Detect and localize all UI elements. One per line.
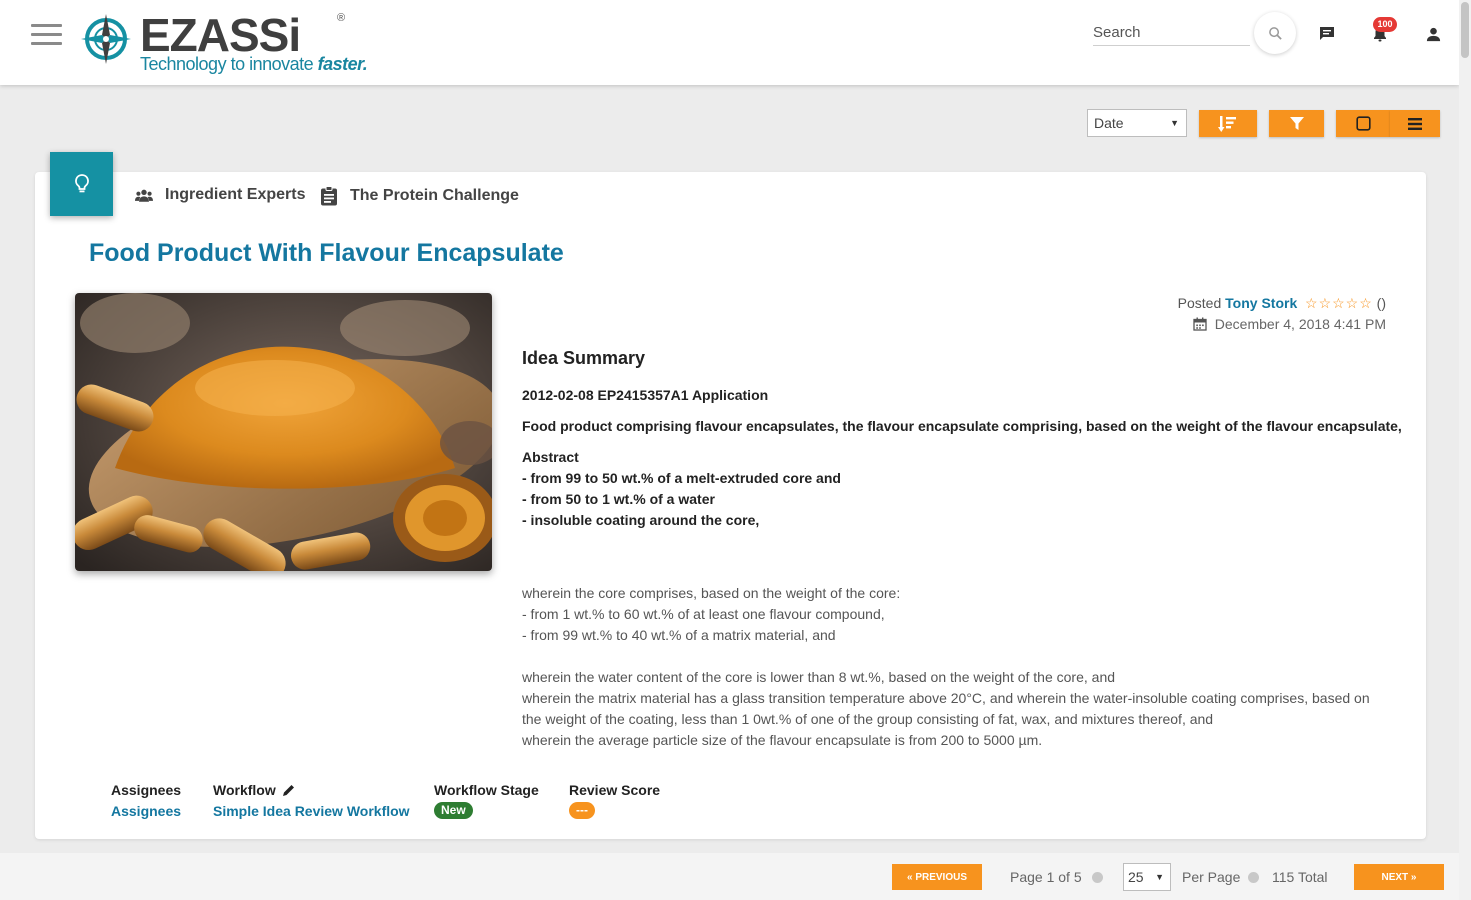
challenge-link[interactable]: The Protein Challenge [320, 186, 519, 206]
filter-button[interactable] [1269, 110, 1324, 137]
users-icon [135, 189, 153, 202]
user-icon [1426, 27, 1440, 41]
workflow-label: Workflow [213, 782, 276, 798]
summary-reference: 2012-02-08 EP2415357A1 Application [522, 387, 769, 403]
page-indicator: Page 1 of 5 [1010, 869, 1082, 885]
card-view-button[interactable] [1336, 110, 1390, 137]
sort-field-select[interactable]: Date ▼ [1087, 109, 1187, 137]
search-input[interactable]: Search [1093, 20, 1250, 46]
abstract-line: - from 50 to 1 wt.% of a water [522, 491, 715, 507]
review-score-badge: --- [569, 802, 595, 819]
abstract-heading: Abstract [522, 449, 579, 465]
posted-label: Posted [1177, 295, 1222, 311]
page-scrollbar[interactable] [1459, 0, 1471, 900]
turmeric-capsules-photo [75, 293, 492, 571]
separator-dot [1248, 872, 1259, 883]
author-link[interactable]: Tony Stork [1225, 295, 1297, 311]
next-page-button[interactable]: NEXT » [1354, 864, 1444, 890]
workflow-block: Workflow Simple Idea Review Workflow [213, 780, 410, 822]
top-header: EZASSi ® Technology to innovate faster. … [0, 0, 1459, 85]
list-view-icon [1408, 117, 1422, 130]
chat-button[interactable] [1317, 24, 1337, 44]
card-view-icon [1355, 116, 1371, 131]
notification-count-badge[interactable]: 100 [1373, 17, 1397, 32]
per-page-select[interactable]: 25 ▼ [1123, 863, 1171, 891]
sort-order-button[interactable] [1199, 110, 1257, 137]
total-count: 115 Total [1272, 869, 1328, 885]
water-line: wherein the matrix material has a glass … [522, 690, 1370, 727]
menu-icon[interactable] [31, 24, 62, 46]
idea-image [75, 293, 492, 571]
logo-tagline-emphasis: faster. [317, 54, 368, 74]
summary-description: Food product comprising flavour encapsul… [522, 418, 1402, 434]
scrollbar-thumb[interactable] [1461, 2, 1469, 58]
challenge-name: The Protein Challenge [350, 187, 519, 204]
chevron-down-icon: ▼ [1170, 118, 1179, 128]
user-menu-button[interactable] [1423, 24, 1443, 44]
logo-registered-mark: ® [337, 12, 346, 24]
posted-date: December 4, 2018 4:41 PM [1193, 316, 1386, 332]
water-line: wherein the average particle size of the… [522, 732, 1043, 748]
idea-title[interactable]: Food Product With Flavour Encapsulate [89, 239, 564, 268]
assignees-link[interactable]: Assignees [111, 800, 181, 822]
summary-heading: Idea Summary [522, 348, 646, 368]
rating-stars[interactable]: ☆☆☆☆☆ [1305, 295, 1373, 311]
chat-icon [1320, 27, 1334, 40]
posted-info: Posted Tony Stork ☆☆☆☆☆ () [1178, 295, 1386, 312]
workflow-stage-label: Workflow Stage [434, 782, 539, 798]
search-icon [1268, 26, 1282, 40]
ezassi-logo[interactable]: EZASSi ® Technology to innovate faster. [80, 10, 370, 76]
search-button[interactable] [1254, 12, 1296, 54]
posted-date-text: December 4, 2018 4:41 PM [1214, 316, 1386, 332]
logo-tagline-text: Technology to innovate [140, 54, 314, 74]
sort-icon [1218, 115, 1236, 132]
chevron-down-icon: ▼ [1155, 872, 1164, 882]
review-score-label: Review Score [569, 782, 661, 798]
pencil-icon[interactable] [282, 784, 295, 797]
logo-tagline: Technology to innovate faster. [140, 53, 368, 75]
core-line: wherein the core comprises, based on the… [522, 585, 901, 601]
lightbulb-icon [74, 174, 89, 193]
group-name: Ingredient Experts [165, 186, 306, 203]
assignees-label: Assignees [111, 782, 182, 798]
separator-dot [1092, 872, 1103, 883]
workflow-link[interactable]: Simple Idea Review Workflow [213, 800, 410, 822]
previous-page-button[interactable]: « PREVIOUS [892, 864, 982, 890]
idea-type-tile [50, 152, 113, 216]
clipboard-icon [321, 186, 337, 206]
sort-field-value: Date [1094, 115, 1124, 131]
review-score-block: Review Score --- [569, 780, 660, 819]
abstract-line: - insoluble coating around the core, [522, 512, 760, 528]
workflow-stage-badge: New [434, 802, 473, 819]
calendar-icon [1193, 317, 1207, 331]
abstract-line: - from 99 to 50 wt.% of a melt-extruded … [522, 470, 841, 486]
water-line: wherein the water content of the core is… [522, 669, 1116, 685]
workflow-stage-block: Workflow Stage New [434, 780, 539, 819]
per-page-label: Per Page [1182, 869, 1241, 885]
filter-icon [1289, 117, 1304, 130]
workflow-label-row: Workflow [213, 780, 410, 800]
rating-count: () [1376, 295, 1386, 311]
core-line: - from 1 wt.% to 60 wt.% of at least one… [522, 606, 885, 622]
assignees-block: Assignees Assignees [111, 780, 181, 822]
per-page-value: 25 [1128, 869, 1144, 885]
core-line: - from 99 wt.% to 40 wt.% of a matrix ma… [522, 627, 836, 643]
group-link[interactable]: Ingredient Experts [135, 186, 305, 204]
compass-logo-icon [81, 14, 131, 64]
list-view-button[interactable] [1390, 110, 1440, 137]
